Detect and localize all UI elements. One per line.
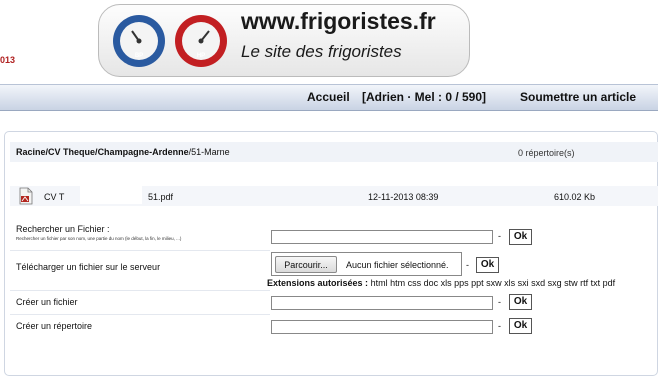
- breadcrumb-region[interactable]: Champagne-Ardenne: [98, 147, 189, 157]
- year-fragment: 013: [0, 55, 16, 65]
- divider: [10, 250, 270, 251]
- browse-button[interactable]: Parcourir...: [275, 256, 337, 273]
- upload-ok-button[interactable]: Ok: [476, 257, 499, 273]
- directory-count: 0 répertoire(s): [518, 148, 575, 158]
- create-file-ok-button[interactable]: Ok: [509, 294, 532, 310]
- search-dash: -: [498, 231, 501, 241]
- breadcrumb-current: /51-Marne: [188, 147, 230, 157]
- site-url: www.frigoristes.fr: [241, 8, 436, 34]
- create-file-input[interactable]: [271, 296, 493, 310]
- search-label: Rechercher un Fichier :: [16, 224, 110, 234]
- nav-home-link[interactable]: Accueil: [307, 90, 350, 104]
- file-date: 12-11-2013 08:39: [368, 192, 439, 202]
- divider: [10, 290, 270, 291]
- breadcrumb-cv[interactable]: CV Theque: [48, 147, 95, 157]
- allowed-extensions-list: html htm css doc xls pps ppt sxw xls sxi…: [370, 278, 616, 288]
- create-directory-label: Créer un répertoire: [16, 321, 93, 331]
- search-hint: Rechercher un fichier par son nom, une p…: [16, 236, 182, 241]
- create-file-label: Créer un fichier: [16, 297, 78, 307]
- file-size: 610.02 Kb: [554, 192, 596, 202]
- create-directory-dash: -: [498, 321, 501, 331]
- nav-user-status[interactable]: [Adrien · Mel : 0 / 590]: [362, 90, 486, 104]
- file-name-end[interactable]: 51.pdf: [148, 192, 173, 202]
- create-directory-ok-button[interactable]: Ok: [509, 318, 532, 334]
- breadcrumb: Racine/CV Theque/Champagne-Ardenne/51-Ma…: [16, 147, 230, 157]
- breadcrumb-root[interactable]: Racine: [16, 147, 46, 157]
- search-input[interactable]: [271, 230, 493, 244]
- nav-submit-article-link[interactable]: Soumettre un article: [520, 90, 636, 104]
- upload-dash: -: [466, 260, 469, 270]
- no-file-selected: Aucun fichier sélectionné.: [346, 260, 449, 270]
- gauge-low-pressure-icon: BP: [113, 15, 165, 67]
- file-name-redaction: [80, 186, 142, 204]
- allowed-extensions-label: Extensions autorisées :: [267, 278, 369, 288]
- allowed-extensions: Extensions autorisées : html htm css doc…: [267, 278, 615, 288]
- divider: [10, 314, 270, 315]
- gauge-high-pressure-icon: HP: [175, 15, 227, 67]
- pdf-file-icon[interactable]: [19, 187, 33, 205]
- site-tagline: Le site des frigoristes: [241, 42, 402, 61]
- gauge-low-label: BP: [134, 53, 144, 59]
- gauge-high-label: HP: [196, 53, 206, 59]
- search-ok-button[interactable]: Ok: [509, 229, 532, 245]
- upload-label: Télécharger un fichier sur le serveur: [16, 262, 161, 272]
- file-name-start[interactable]: CV T: [44, 192, 64, 202]
- create-file-dash: -: [498, 297, 501, 307]
- create-directory-input[interactable]: [271, 320, 493, 334]
